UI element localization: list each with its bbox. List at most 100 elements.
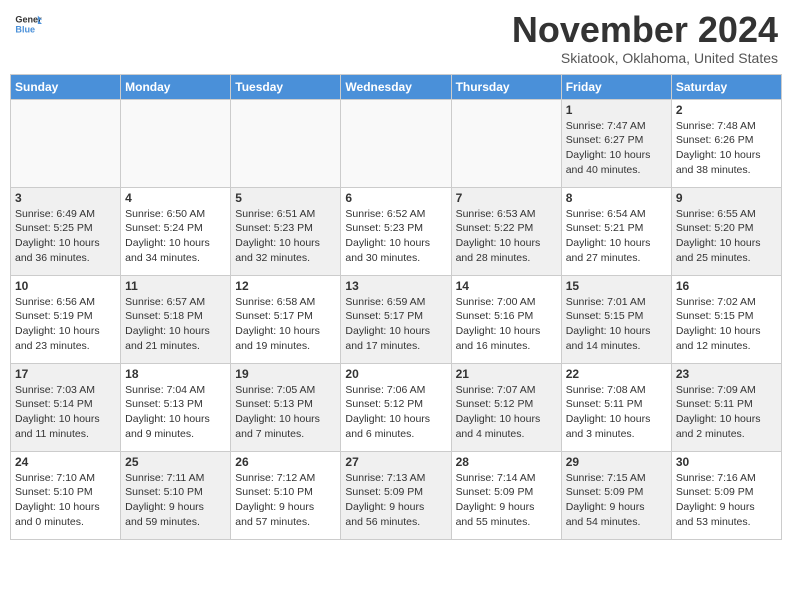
calendar-day-cell: 18Sunrise: 7:04 AM Sunset: 5:13 PM Dayli… xyxy=(121,363,231,451)
day-info: Sunrise: 7:48 AM Sunset: 6:26 PM Dayligh… xyxy=(676,119,777,178)
weekday-header: Saturday xyxy=(671,74,781,99)
calendar-week-row: 10 Sunrise: 6:56 AM Sunset: 5:19 PM Dayli… xyxy=(11,275,782,363)
day-info: Sunrise: 7:47 AM Sunset: 6:27 PM Dayligh… xyxy=(566,119,667,178)
calendar-day-cell xyxy=(341,99,451,187)
month-title: November 2024 xyxy=(512,10,778,50)
day-number: 27 xyxy=(345,455,446,469)
calendar-day-cell: 15 Sunrise: 7:01 AM Sunset: 5:15 PM Dayli… xyxy=(561,275,671,363)
day-number: 28 xyxy=(456,455,557,469)
weekday-header: Friday xyxy=(561,74,671,99)
calendar-day-cell: 28 Sunrise: 7:14 AM Sunset: 5:09 PM Dayli… xyxy=(451,451,561,539)
calendar-day-cell xyxy=(231,99,341,187)
calendar-day-cell xyxy=(11,99,121,187)
calendar-day-cell: 4 Sunrise: 6:50 AM Sunset: 5:24 PM Daylig… xyxy=(121,187,231,275)
calendar-day-cell: 12 Sunrise: 6:58 AM Sunset: 5:17 PM Dayli… xyxy=(231,275,341,363)
calendar-day-cell: 24Sunrise: 7:10 AM Sunset: 5:10 PM Dayli… xyxy=(11,451,121,539)
day-number: 1 xyxy=(566,103,667,117)
weekday-header: Monday xyxy=(121,74,231,99)
day-info: Sunrise: 7:04 AM Sunset: 5:13 PM Dayligh… xyxy=(125,383,226,442)
calendar-day-cell: 1 Sunrise: 7:47 AM Sunset: 6:27 PM Daylig… xyxy=(561,99,671,187)
day-info: Sunrise: 7:02 AM Sunset: 5:15 PM Dayligh… xyxy=(676,295,777,354)
day-number: 3 xyxy=(15,191,116,205)
day-number: 14 xyxy=(456,279,557,293)
day-info: Sunrise: 7:11 AM Sunset: 5:10 PM Dayligh… xyxy=(125,471,226,530)
calendar-day-cell: 6 Sunrise: 6:52 AM Sunset: 5:23 PM Daylig… xyxy=(341,187,451,275)
day-number: 11 xyxy=(125,279,226,293)
day-info: Sunrise: 6:50 AM Sunset: 5:24 PM Dayligh… xyxy=(125,207,226,266)
day-info: Sunrise: 6:56 AM Sunset: 5:19 PM Dayligh… xyxy=(15,295,116,354)
day-number: 7 xyxy=(456,191,557,205)
day-number: 21 xyxy=(456,367,557,381)
calendar-day-cell: 16 Sunrise: 7:02 AM Sunset: 5:15 PM Dayli… xyxy=(671,275,781,363)
day-info: Sunrise: 6:58 AM Sunset: 5:17 PM Dayligh… xyxy=(235,295,336,354)
day-number: 16 xyxy=(676,279,777,293)
day-info: Sunrise: 7:03 AM Sunset: 5:14 PM Dayligh… xyxy=(15,383,116,442)
day-number: 12 xyxy=(235,279,336,293)
day-info: Sunrise: 6:55 AM Sunset: 5:20 PM Dayligh… xyxy=(676,207,777,266)
calendar-day-cell: 29 Sunrise: 7:15 AM Sunset: 5:09 PM Dayli… xyxy=(561,451,671,539)
calendar-day-cell: 30Sunrise: 7:16 AM Sunset: 5:09 PM Dayli… xyxy=(671,451,781,539)
day-info: Sunrise: 6:49 AM Sunset: 5:25 PM Dayligh… xyxy=(15,207,116,266)
calendar-day-cell xyxy=(121,99,231,187)
calendar-day-cell: 23 Sunrise: 7:09 AM Sunset: 5:11 PM Dayli… xyxy=(671,363,781,451)
calendar-day-cell: 21 Sunrise: 7:07 AM Sunset: 5:12 PM Dayli… xyxy=(451,363,561,451)
day-number: 30 xyxy=(676,455,777,469)
day-number: 8 xyxy=(566,191,667,205)
weekday-header: Sunday xyxy=(11,74,121,99)
day-info: Sunrise: 7:01 AM Sunset: 5:15 PM Dayligh… xyxy=(566,295,667,354)
calendar-day-cell: 5Sunrise: 6:51 AM Sunset: 5:23 PM Daylig… xyxy=(231,187,341,275)
day-number: 6 xyxy=(345,191,446,205)
day-number: 25 xyxy=(125,455,226,469)
weekday-header-row: SundayMondayTuesdayWednesdayThursdayFrid… xyxy=(11,74,782,99)
calendar-day-cell xyxy=(451,99,561,187)
calendar-day-cell: 22 Sunrise: 7:08 AM Sunset: 5:11 PM Dayli… xyxy=(561,363,671,451)
calendar-day-cell: 19 Sunrise: 7:05 AM Sunset: 5:13 PM Dayli… xyxy=(231,363,341,451)
calendar-day-cell: 11 Sunrise: 6:57 AM Sunset: 5:18 PM Dayli… xyxy=(121,275,231,363)
calendar-day-cell: 26Sunrise: 7:12 AM Sunset: 5:10 PM Dayli… xyxy=(231,451,341,539)
calendar-week-row: 1 Sunrise: 7:47 AM Sunset: 6:27 PM Daylig… xyxy=(11,99,782,187)
day-number: 23 xyxy=(676,367,777,381)
day-number: 4 xyxy=(125,191,226,205)
day-info: Sunrise: 7:15 AM Sunset: 5:09 PM Dayligh… xyxy=(566,471,667,530)
calendar-day-cell: 20 Sunrise: 7:06 AM Sunset: 5:12 PM Dayli… xyxy=(341,363,451,451)
calendar-day-cell: 17Sunrise: 7:03 AM Sunset: 5:14 PM Dayli… xyxy=(11,363,121,451)
day-number: 29 xyxy=(566,455,667,469)
day-info: Sunrise: 7:05 AM Sunset: 5:13 PM Dayligh… xyxy=(235,383,336,442)
day-info: Sunrise: 7:09 AM Sunset: 5:11 PM Dayligh… xyxy=(676,383,777,442)
day-info: Sunrise: 6:59 AM Sunset: 5:17 PM Dayligh… xyxy=(345,295,446,354)
svg-text:Blue: Blue xyxy=(15,24,35,34)
day-number: 19 xyxy=(235,367,336,381)
weekday-header: Tuesday xyxy=(231,74,341,99)
day-info: Sunrise: 7:12 AM Sunset: 5:10 PM Dayligh… xyxy=(235,471,336,530)
day-info: Sunrise: 6:53 AM Sunset: 5:22 PM Dayligh… xyxy=(456,207,557,266)
location: Skiatook, Oklahoma, United States xyxy=(512,50,778,66)
day-info: Sunrise: 7:14 AM Sunset: 5:09 PM Dayligh… xyxy=(456,471,557,530)
calendar-day-cell: 8 Sunrise: 6:54 AM Sunset: 5:21 PM Daylig… xyxy=(561,187,671,275)
logo: General Blue xyxy=(14,10,42,38)
logo-icon: General Blue xyxy=(14,10,42,38)
calendar-day-cell: 25 Sunrise: 7:11 AM Sunset: 5:10 PM Dayli… xyxy=(121,451,231,539)
day-info: Sunrise: 6:51 AM Sunset: 5:23 PM Dayligh… xyxy=(235,207,336,266)
day-info: Sunrise: 7:13 AM Sunset: 5:09 PM Dayligh… xyxy=(345,471,446,530)
day-info: Sunrise: 6:52 AM Sunset: 5:23 PM Dayligh… xyxy=(345,207,446,266)
day-number: 9 xyxy=(676,191,777,205)
day-info: Sunrise: 7:00 AM Sunset: 5:16 PM Dayligh… xyxy=(456,295,557,354)
page-header: General Blue November 2024 Skiatook, Okl… xyxy=(10,10,782,66)
day-number: 22 xyxy=(566,367,667,381)
calendar-day-cell: 7 Sunrise: 6:53 AM Sunset: 5:22 PM Daylig… xyxy=(451,187,561,275)
day-number: 15 xyxy=(566,279,667,293)
day-number: 24 xyxy=(15,455,116,469)
day-info: Sunrise: 7:07 AM Sunset: 5:12 PM Dayligh… xyxy=(456,383,557,442)
day-info: Sunrise: 6:57 AM Sunset: 5:18 PM Dayligh… xyxy=(125,295,226,354)
day-number: 20 xyxy=(345,367,446,381)
day-info: Sunrise: 7:06 AM Sunset: 5:12 PM Dayligh… xyxy=(345,383,446,442)
day-info: Sunrise: 7:08 AM Sunset: 5:11 PM Dayligh… xyxy=(566,383,667,442)
calendar-week-row: 3 Sunrise: 6:49 AM Sunset: 5:25 PM Daylig… xyxy=(11,187,782,275)
day-number: 10 xyxy=(15,279,116,293)
calendar-day-cell: 14 Sunrise: 7:00 AM Sunset: 5:16 PM Dayli… xyxy=(451,275,561,363)
calendar-day-cell: 3 Sunrise: 6:49 AM Sunset: 5:25 PM Daylig… xyxy=(11,187,121,275)
day-info: Sunrise: 6:54 AM Sunset: 5:21 PM Dayligh… xyxy=(566,207,667,266)
title-area: November 2024 Skiatook, Oklahoma, United… xyxy=(512,10,778,66)
calendar-table: SundayMondayTuesdayWednesdayThursdayFrid… xyxy=(10,74,782,540)
weekday-header: Thursday xyxy=(451,74,561,99)
